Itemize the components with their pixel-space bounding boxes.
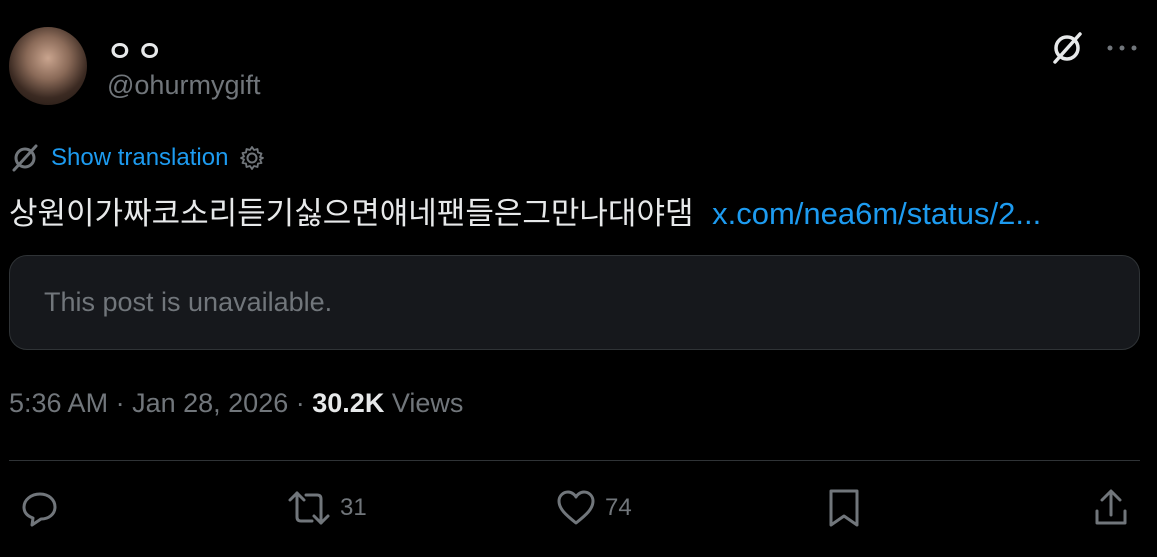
retweet-button[interactable]: 31	[286, 486, 367, 530]
like-button[interactable]: 74	[555, 486, 632, 530]
like-count: 74	[605, 494, 632, 521]
translation-row: Show translation	[9, 142, 266, 174]
tweet-link[interactable]: x.com/nea6m/status/2...	[712, 196, 1041, 231]
views-label: Views	[391, 388, 464, 418]
gear-icon[interactable]	[238, 144, 266, 172]
share-icon	[1095, 489, 1127, 525]
views-count[interactable]: 30.2K	[312, 388, 384, 418]
author-handle[interactable]: @ohurmygift	[107, 70, 260, 101]
tweet-meta: 5:36 AM · Jan 28, 2026 · 30.2K Views	[9, 388, 463, 419]
meta-separator: ·	[115, 388, 125, 418]
heart-icon	[557, 490, 595, 525]
post-date[interactable]: Jan 28, 2026	[132, 388, 288, 418]
bookmark-button[interactable]	[826, 486, 870, 530]
grok-icon[interactable]	[1049, 30, 1085, 66]
tweet-body: 상원이가짜코소리듣기싫으면얘네팬들은그만나대야댐	[9, 196, 694, 231]
post-time[interactable]: 5:36 AM	[9, 388, 108, 418]
author-display-name[interactable]: ㅇㅇ	[107, 30, 167, 70]
reply-button[interactable]	[20, 486, 68, 530]
retweet-count: 31	[340, 494, 367, 521]
quoted-post-unavailable[interactable]: This post is unavailable.	[9, 255, 1140, 350]
divider	[9, 460, 1140, 461]
bookmark-icon	[829, 489, 859, 527]
avatar[interactable]	[9, 27, 87, 105]
share-button[interactable]	[1092, 486, 1138, 530]
meta-separator: ·	[295, 388, 305, 418]
tweet-text: 상원이가짜코소리듣기싫으면얘네팬들은그만나대야댐 x.com/nea6m/sta…	[9, 188, 1041, 233]
more-icon[interactable]	[1104, 36, 1140, 60]
show-translation-link[interactable]: Show translation	[51, 144, 228, 172]
translate-icon	[12, 144, 38, 172]
unavailable-message: This post is unavailable.	[44, 287, 333, 317]
reply-icon	[22, 492, 57, 527]
retweet-icon	[288, 491, 330, 525]
